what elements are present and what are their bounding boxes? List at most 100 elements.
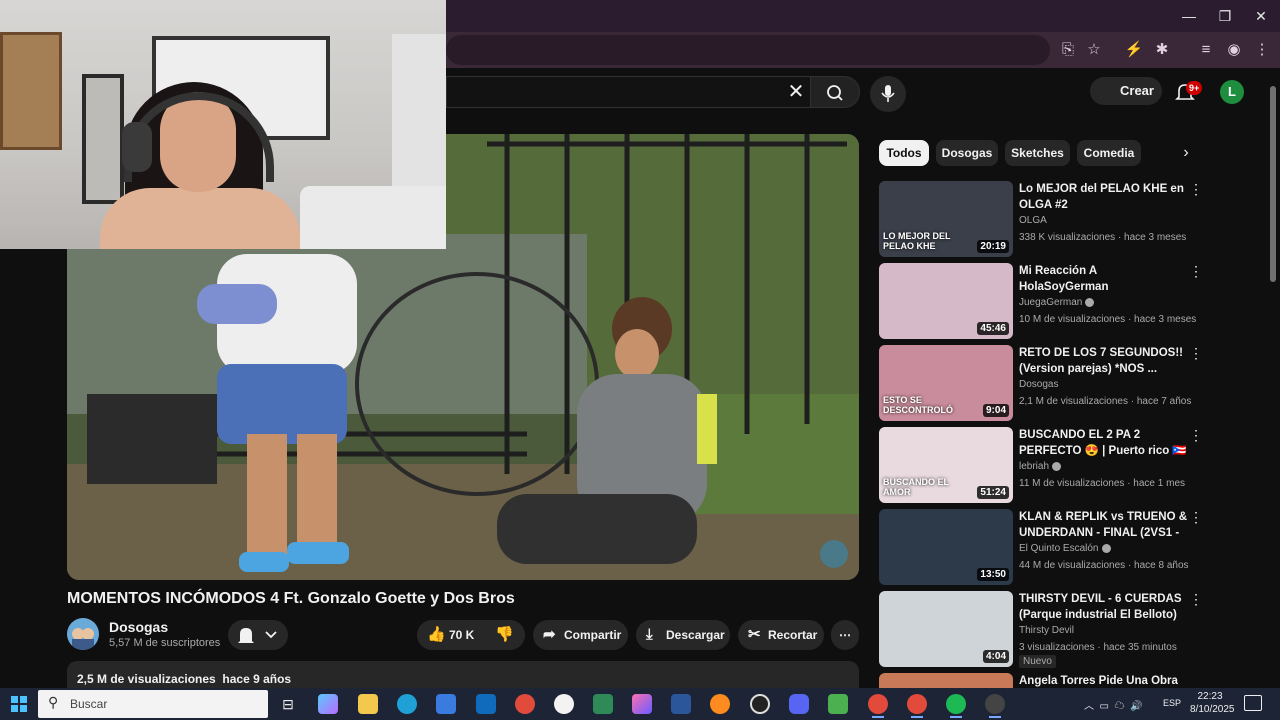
- notification-center-icon[interactable]: [1244, 695, 1262, 711]
- chip-todos[interactable]: Todos: [879, 140, 929, 166]
- thumbs-down-icon[interactable]: 👎: [495, 620, 514, 650]
- windows-start-icon[interactable]: [11, 696, 27, 712]
- close-icon[interactable]: ✕: [784, 80, 808, 104]
- outlook-icon[interactable]: [476, 694, 496, 714]
- subscriber-count: 5,57 M de suscriptores: [109, 637, 221, 649]
- channel-avatar[interactable]: [67, 618, 99, 650]
- chip-comedia[interactable]: Comedia: [1077, 140, 1141, 166]
- recommendation-thumbnail[interactable]: 4:04: [879, 591, 1013, 667]
- share-button[interactable]: ➦ Compartir: [533, 620, 628, 650]
- file-explorer-icon[interactable]: [358, 694, 378, 714]
- scissors-icon: ✂: [748, 626, 761, 643]
- chip-dosogas[interactable]: Dosogas: [936, 140, 998, 166]
- copilot-icon[interactable]: [318, 694, 338, 714]
- recommendation-thumbnail[interactable]: LO MEJOR DEL PELAO KHE 20:19: [879, 181, 1013, 257]
- thumbs-up-icon[interactable]: 👍: [427, 620, 446, 650]
- recommendation-thumbnail[interactable]: ESTO SE DESCONTROLÓ 9:04: [879, 345, 1013, 421]
- chevron-right-icon[interactable]: ›: [1176, 143, 1196, 163]
- recommendation-channel[interactable]: OLGA: [1019, 215, 1047, 226]
- system-tray-icons[interactable]: ︿ ▭ ☁ 🔊: [1084, 697, 1143, 712]
- install-app-icon[interactable]: ⎘: [1058, 40, 1078, 60]
- more-vertical-icon[interactable]: ⋮: [1189, 427, 1203, 443]
- more-vertical-icon[interactable]: ⋮: [1189, 345, 1203, 361]
- account-avatar[interactable]: L: [1220, 80, 1244, 104]
- language-indicator[interactable]: ESP: [1163, 698, 1181, 708]
- clipchamp-icon[interactable]: [632, 694, 652, 714]
- app-icon[interactable]: [593, 694, 613, 714]
- recommendation-channel[interactable]: JuegaGerman: [1019, 297, 1095, 308]
- recommendation-channel[interactable]: Dosogas: [1019, 379, 1058, 390]
- game-icon[interactable]: [710, 694, 730, 714]
- recommendation-title[interactable]: Lo MEJOR del PELAO KHE en OLGA #2: [1019, 181, 1189, 213]
- more-vertical-icon[interactable]: ⋮: [1189, 181, 1203, 197]
- obs-icon[interactable]: [750, 694, 770, 714]
- translate-extension-icon[interactable]: ⚡: [1124, 40, 1144, 60]
- microphone-icon: [881, 85, 895, 102]
- corkboard: [0, 32, 62, 150]
- recommendation-channel[interactable]: Thirsty Devil: [1019, 625, 1074, 636]
- chrome-icon[interactable]: [515, 694, 535, 714]
- more-horizontal-icon: ⋯: [839, 628, 851, 642]
- voice-search-button[interactable]: [870, 76, 906, 112]
- download-button[interactable]: ⤓ Descargar: [636, 620, 730, 650]
- chrome-active-icon[interactable]: [868, 694, 888, 718]
- edge-icon[interactable]: [397, 694, 417, 714]
- verified-check-icon: [1101, 543, 1111, 553]
- search-button[interactable]: [810, 76, 860, 108]
- recommendation-thumbnail[interactable]: 45:46: [879, 263, 1013, 339]
- recommendation-title[interactable]: Angela Torres Pide Una Obra: [1019, 673, 1189, 689]
- page-scrollbar[interactable]: [1270, 86, 1276, 282]
- profile-icon[interactable]: ◉: [1224, 40, 1244, 60]
- recommendation-item[interactable]: 45:46 Mi Reacción A HolaSoyGerman JuegaGer…: [879, 263, 1209, 339]
- recommendation-channel-name: Thirsty Devil: [1019, 625, 1075, 636]
- whatsapp-web-icon[interactable]: [554, 694, 574, 714]
- channel-name[interactable]: Dosogas: [109, 619, 168, 635]
- spotify-icon[interactable]: [946, 694, 966, 718]
- thumbnail-caption: LO MEJOR DEL PELAO KHE: [883, 231, 951, 251]
- address-bar[interactable]: [446, 35, 1050, 65]
- recommendation-channel[interactable]: lebriah: [1019, 461, 1062, 472]
- extensions-icon[interactable]: ✱: [1152, 40, 1172, 60]
- recommendation-item[interactable]: 4:04 THIRSTY DEVIL - 6 CUERDAS (Parque in…: [879, 591, 1209, 668]
- recommendation-thumbnail[interactable]: BUSCANDO EL AMOR 51:24: [879, 427, 1013, 503]
- notification-preferences-button[interactable]: [228, 620, 288, 650]
- recommendation-item[interactable]: BUSCANDO EL AMOR 51:24 BUSCANDO EL 2 PA 2 …: [879, 427, 1209, 503]
- chrome-profile-icon[interactable]: [907, 694, 927, 718]
- recommendation-item[interactable]: LO MEJOR DEL PELAO KHE 20:19 Lo MEJOR del …: [879, 181, 1209, 257]
- create-button[interactable]: Crear: [1090, 77, 1162, 105]
- like-count[interactable]: 70 K: [449, 620, 474, 650]
- clip-button[interactable]: ✂ Recortar: [738, 620, 824, 650]
- bookmark-star-icon[interactable]: ☆: [1084, 40, 1104, 60]
- media-control-icon[interactable]: ≡: [1196, 40, 1216, 60]
- more-vertical-icon[interactable]: ⋮: [1189, 263, 1203, 279]
- recommendation-metadata: 44 M de visualizaciones · hace 8 años: [1019, 560, 1189, 571]
- recommendation-thumbnail[interactable]: 13:50: [879, 509, 1013, 585]
- microsoft-store-icon[interactable]: [436, 694, 456, 714]
- recommendation-channel[interactable]: El Quinto Escalón: [1019, 543, 1111, 554]
- chip-sketches[interactable]: Sketches: [1005, 140, 1070, 166]
- restore-icon[interactable]: ❐: [1210, 6, 1240, 26]
- recommendation-title[interactable]: THIRSTY DEVIL - 6 CUERDAS (Parque indust…: [1019, 591, 1189, 623]
- word-icon[interactable]: [671, 694, 691, 714]
- recommendation-item[interactable]: ESTO SE DESCONTROLÓ 9:04 RETO DE LOS 7 SEG…: [879, 345, 1209, 421]
- recommendation-title[interactable]: RETO DE LOS 7 SEGUNDOS!! (Version pareja…: [1019, 345, 1189, 377]
- search-input[interactable]: [446, 76, 810, 108]
- more-actions-button[interactable]: ⋯: [831, 620, 859, 650]
- video-duration: 13:50: [977, 568, 1009, 581]
- recommendation-item[interactable]: 13:50 KLAN & REPLIK vs TRUENO & UNDERDANN…: [879, 509, 1209, 585]
- more-vertical-icon[interactable]: ⋮: [1189, 591, 1203, 607]
- download-icon: ⤓: [646, 626, 653, 643]
- task-view-icon[interactable]: ⊟: [278, 694, 298, 714]
- recommendation-title[interactable]: KLAN & REPLIK vs TRUENO & UNDERDANN - FI…: [1019, 509, 1189, 541]
- close-window-icon[interactable]: ✕: [1246, 6, 1276, 26]
- discord-icon[interactable]: [789, 694, 809, 714]
- more-vertical-icon[interactable]: ⋮: [1189, 509, 1203, 525]
- minimize-icon[interactable]: —: [1174, 6, 1204, 26]
- browser-menu-icon[interactable]: ⋮: [1252, 40, 1272, 60]
- recording-app-icon[interactable]: [985, 694, 1005, 718]
- minecraft-icon[interactable]: [828, 694, 848, 714]
- taskbar-clock[interactable]: 22:23 8/10/2025: [1190, 690, 1235, 716]
- recommendation-title[interactable]: BUSCANDO EL 2 PA 2 PERFECTO 😍 | Puerto r…: [1019, 427, 1189, 459]
- recommendation-title[interactable]: Mi Reacción A HolaSoyGerman: [1019, 263, 1189, 295]
- recommendation-channel-name: OLGA: [1019, 215, 1047, 226]
